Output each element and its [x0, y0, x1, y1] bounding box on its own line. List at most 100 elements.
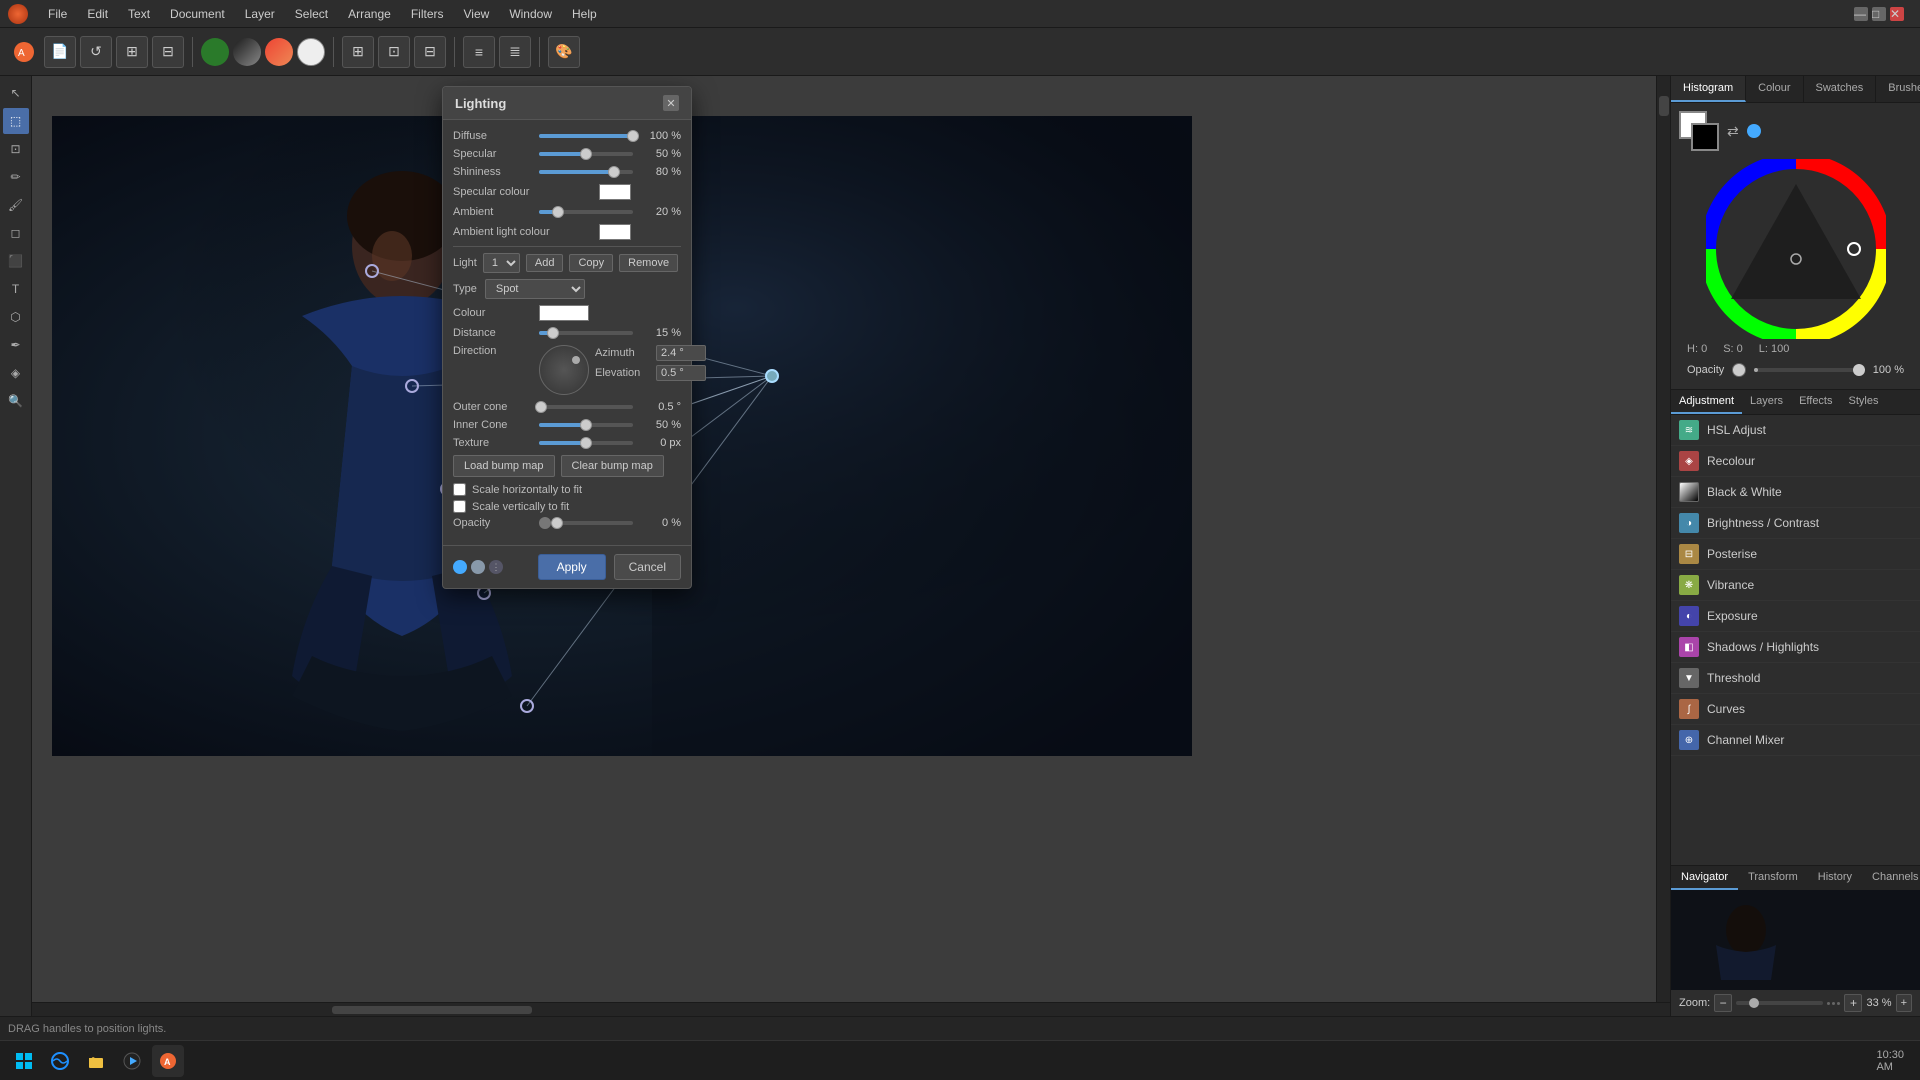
- scale-v-checkbox[interactable]: [453, 500, 466, 513]
- window-minimize[interactable]: —: [1854, 7, 1868, 21]
- adj-brightness[interactable]: ◑ Brightness / Contrast: [1671, 508, 1920, 539]
- adj-vibrance[interactable]: ❋ Vibrance: [1671, 570, 1920, 601]
- light-copy-btn[interactable]: Copy: [569, 254, 613, 272]
- opacity-handle-right[interactable]: [1853, 364, 1865, 376]
- azimuth-input[interactable]: [656, 345, 706, 361]
- diffuse-slider[interactable]: [539, 134, 633, 138]
- adj-tab-effects[interactable]: Effects: [1791, 390, 1840, 414]
- ambient-colour-swatch[interactable]: [599, 224, 631, 240]
- opacity-handle[interactable]: [551, 517, 563, 529]
- texture-handle[interactable]: [580, 437, 592, 449]
- opacity-slider[interactable]: [557, 521, 633, 525]
- zoom-in-btn[interactable]: +: [1844, 994, 1862, 1012]
- tool-paint[interactable]: ✏: [3, 164, 29, 190]
- light-add-btn[interactable]: Add: [526, 254, 564, 272]
- toolbar-dist[interactable]: ≣: [499, 36, 531, 68]
- menu-view[interactable]: View: [454, 5, 500, 23]
- toolbar-new[interactable]: 📄: [44, 36, 76, 68]
- canvas-scrollbar-v[interactable]: [1656, 76, 1670, 1002]
- tool-brush[interactable]: 🖌: [3, 192, 29, 218]
- outer-cone-slider[interactable]: [539, 405, 633, 409]
- toolbar-grid[interactable]: ⊞: [342, 36, 374, 68]
- shininess-handle[interactable]: [608, 166, 620, 178]
- menu-help[interactable]: Help: [562, 5, 607, 23]
- specular-handle[interactable]: [580, 148, 592, 160]
- colour-swatch[interactable]: [539, 305, 589, 321]
- bg-color[interactable]: [1691, 123, 1719, 151]
- taskbar-explorer[interactable]: [80, 1045, 112, 1077]
- tool-fill[interactable]: ⬛: [3, 248, 29, 274]
- adj-channel-mixer[interactable]: ⊕ Channel Mixer: [1671, 725, 1920, 756]
- toolbar-transform[interactable]: ⊞: [116, 36, 148, 68]
- menu-filters[interactable]: Filters: [401, 5, 454, 23]
- color-indicator[interactable]: [1747, 124, 1761, 138]
- zoom-out-btn[interactable]: −: [1714, 994, 1732, 1012]
- toolbar-guides[interactable]: ⊟: [414, 36, 446, 68]
- canvas-main[interactable]: Lighting ✕ Diffuse 100 %: [32, 76, 1656, 1002]
- distance-slider[interactable]: [539, 331, 633, 335]
- taskbar-windows[interactable]: [8, 1045, 40, 1077]
- light-select[interactable]: 1 2: [483, 253, 520, 273]
- adj-curves[interactable]: ∫ Curves: [1671, 694, 1920, 725]
- h-scrollbar-thumb[interactable]: [332, 1006, 532, 1014]
- zoom-reset-btn[interactable]: +: [1896, 994, 1912, 1012]
- window-maximize[interactable]: □: [1872, 7, 1886, 21]
- menu-file[interactable]: File: [38, 5, 77, 23]
- elevation-input[interactable]: [656, 365, 706, 381]
- taskbar-affinity[interactable]: A: [152, 1045, 184, 1077]
- light-remove-btn[interactable]: Remove: [619, 254, 678, 272]
- color-wheel-container[interactable]: [1706, 159, 1886, 339]
- diffuse-handle[interactable]: [627, 130, 639, 142]
- toolbar-snap[interactable]: ⊡: [378, 36, 410, 68]
- menu-arrange[interactable]: Arrange: [338, 5, 401, 23]
- nav-tab-channels[interactable]: Channels: [1862, 866, 1920, 890]
- window-close[interactable]: ✕: [1890, 7, 1904, 21]
- swap-colors-btn[interactable]: ⇄: [1727, 123, 1739, 140]
- inner-cone-handle[interactable]: [580, 419, 592, 431]
- inner-cone-slider[interactable]: [539, 423, 633, 427]
- direction-wheel[interactable]: [539, 345, 589, 395]
- taskbar-media[interactable]: [116, 1045, 148, 1077]
- nav-tab-navigator[interactable]: Navigator: [1671, 866, 1738, 890]
- adj-tab-adjustment[interactable]: Adjustment: [1671, 390, 1742, 414]
- menu-select[interactable]: Select: [285, 5, 338, 23]
- toolbar-color1[interactable]: [201, 38, 229, 66]
- tool-node[interactable]: ◈: [3, 360, 29, 386]
- cancel-btn[interactable]: Cancel: [614, 554, 681, 580]
- adj-threshold[interactable]: ▼ Threshold: [1671, 663, 1920, 694]
- ambient-handle[interactable]: [552, 206, 564, 218]
- navigator-preview[interactable]: [1671, 890, 1920, 990]
- menu-text[interactable]: Text: [118, 5, 160, 23]
- adj-tab-layers[interactable]: Layers: [1742, 390, 1791, 414]
- adj-recolour[interactable]: ◈ Recolour: [1671, 446, 1920, 477]
- texture-slider[interactable]: [539, 441, 633, 445]
- clear-bump-map-btn[interactable]: Clear bump map: [561, 455, 664, 477]
- tool-pointer[interactable]: ↖: [3, 80, 29, 106]
- dialog-close-btn[interactable]: ✕: [663, 95, 679, 111]
- footer-icon-2[interactable]: [471, 560, 485, 574]
- load-bump-map-btn[interactable]: Load bump map: [453, 455, 555, 477]
- zoom-track[interactable]: [1736, 1001, 1823, 1005]
- tool-pen[interactable]: ✒: [3, 332, 29, 358]
- tool-select[interactable]: ⬚: [3, 108, 29, 134]
- footer-icon-3[interactable]: ⋮: [489, 560, 503, 574]
- footer-icon-1[interactable]: [453, 560, 467, 574]
- menu-edit[interactable]: Edit: [77, 5, 118, 23]
- ambient-slider[interactable]: [539, 210, 633, 214]
- toolbar-align[interactable]: ≡: [463, 36, 495, 68]
- opacity-slider-right[interactable]: [1754, 368, 1865, 372]
- adj-tab-styles[interactable]: Styles: [1841, 390, 1887, 414]
- tab-brushes[interactable]: Brushes: [1876, 76, 1920, 102]
- tool-zoom[interactable]: 🔍: [3, 388, 29, 414]
- tab-histogram[interactable]: Histogram: [1671, 76, 1746, 102]
- tool-shape[interactable]: ⬡: [3, 304, 29, 330]
- specular-slider[interactable]: [539, 152, 633, 156]
- tool-eraser[interactable]: ◻: [3, 220, 29, 246]
- v-scrollbar-thumb[interactable]: [1659, 96, 1669, 116]
- taskbar-browser[interactable]: [44, 1045, 76, 1077]
- tool-text[interactable]: T: [3, 276, 29, 302]
- adj-exposure[interactable]: ◐ Exposure: [1671, 601, 1920, 632]
- toolbar-color-picker[interactable]: 🎨: [548, 36, 580, 68]
- adj-shadows[interactable]: ◧ Shadows / Highlights: [1671, 632, 1920, 663]
- toolbar-color3[interactable]: [265, 38, 293, 66]
